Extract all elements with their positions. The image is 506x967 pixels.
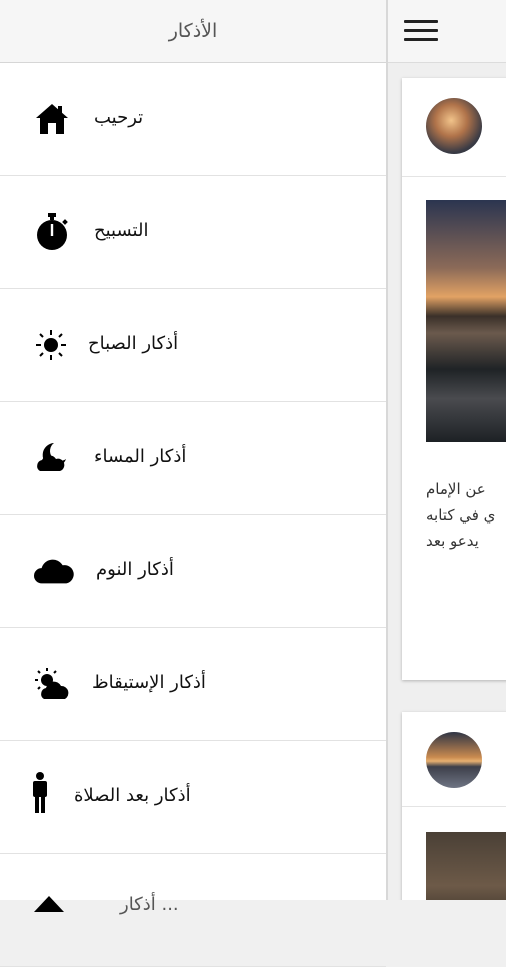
- hamburger-menu-icon[interactable]: [404, 20, 438, 42]
- menu-item-label: أذكار بعد الصلاة: [74, 785, 191, 806]
- cloud-icon: [34, 553, 74, 589]
- menu-item-welcome[interactable]: ترحيب: [0, 63, 386, 176]
- main-content: عن الإمام ي في كتابه يدعو بعد: [388, 0, 506, 900]
- moon-cloud-icon: [34, 440, 74, 476]
- drawer-title: الأذكار: [168, 20, 218, 42]
- home-icon: [34, 101, 74, 137]
- app-bar: [388, 0, 506, 63]
- menu-item-label: أذكار النوم: [96, 559, 174, 580]
- menu-item-sleep-adhkar[interactable]: أذكار النوم: [0, 515, 386, 628]
- menu-item-label: أذكار المساء: [94, 446, 187, 467]
- menu-item-morning-adhkar[interactable]: أذكار الصباح: [0, 289, 386, 402]
- card-image: [426, 832, 506, 900]
- stopwatch-icon: [34, 213, 74, 250]
- avatar: [426, 732, 482, 788]
- menu-item-label: أذكار ...: [120, 894, 179, 915]
- sun-cloud-icon: [34, 666, 74, 702]
- menu-item-evening-adhkar[interactable]: أذكار المساء: [0, 402, 386, 515]
- menu-item-waking-adhkar[interactable]: أذكار الإستيقاظ: [0, 628, 386, 741]
- card-image: [426, 200, 506, 442]
- avatar: [426, 98, 482, 154]
- drawer-header: الأذكار: [0, 0, 386, 63]
- sun-icon: [34, 327, 74, 363]
- menu-item-label: أذكار الإستيقاظ: [92, 672, 206, 693]
- card-text-line: عن الإمام: [426, 480, 486, 498]
- card-text-line: يدعو بعد: [426, 532, 479, 550]
- triangle-icon: [34, 888, 74, 924]
- menu-item-more[interactable]: أذكار ...: [0, 854, 386, 967]
- card-header: [402, 712, 506, 807]
- menu-item-label: أذكار الصباح: [88, 333, 179, 354]
- menu-item-label: التسبيح: [94, 220, 149, 241]
- post-card[interactable]: عن الإمام ي في كتابه يدعو بعد: [402, 78, 506, 680]
- person-icon: [30, 772, 70, 813]
- navigation-drawer: الأذكار ترحيب التسبيح أذكار الصباح أذكار…: [0, 0, 388, 967]
- menu-item-after-prayer-adhkar[interactable]: أذكار بعد الصلاة: [0, 741, 386, 854]
- card-text-line: ي في كتابه: [426, 506, 496, 524]
- card-header: [402, 78, 506, 177]
- menu-item-label: ترحيب: [94, 107, 144, 128]
- card-text: عن الإمام ي في كتابه يدعو بعد: [426, 476, 506, 554]
- menu-item-tasbeeh[interactable]: التسبيح: [0, 176, 386, 289]
- post-card[interactable]: [402, 712, 506, 900]
